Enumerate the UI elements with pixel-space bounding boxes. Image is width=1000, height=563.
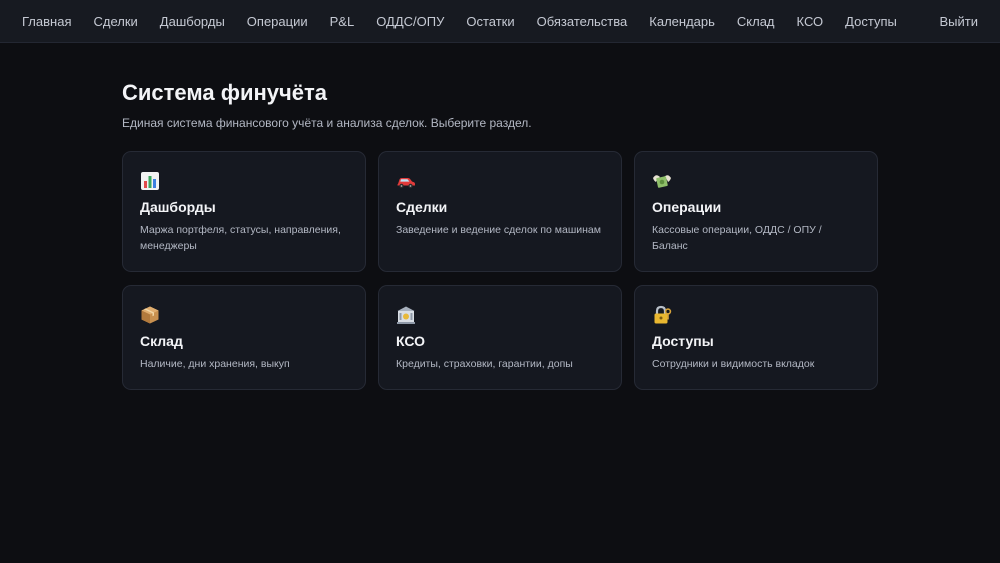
lock-key-icon [654,305,672,324]
logout-button[interactable]: Выйти [940,14,979,29]
nav-calendar[interactable]: Календарь [649,14,715,29]
bar-chart-icon [141,172,159,190]
main-content: Система финучёта Единая система финансов… [0,43,1000,390]
card-dashboards[interactable]: Дашборды Маржа портфеля, статусы, направ… [122,151,366,272]
money-wings-icon [653,175,671,188]
nav-access[interactable]: Доступы [845,14,897,29]
card-description: Заведение и ведение сделок по машинам [396,224,601,236]
nav-deals[interactable]: Сделки [93,14,137,29]
card-title: Сделки [396,199,448,215]
card-description: Сотрудники и видимость вкладок [652,358,815,370]
card-title: Доступы [652,333,714,349]
card-access[interactable]: Доступы Сотрудники и видимость вкладок [634,285,878,390]
card-deals[interactable]: Сделки Заведение и ведение сделок по маш… [378,151,622,272]
nav-operations[interactable]: Операции [247,14,308,29]
card-title: Дашборды [140,199,216,215]
top-navigation: Главная Сделки Дашборды Операции P&L ОДД… [0,0,1000,43]
nav-odds-opu[interactable]: ОДДС/ОПУ [376,14,444,29]
nav-items: Главная Сделки Дашборды Операции P&L ОДД… [22,14,940,29]
car-icon [397,178,415,189]
package-icon [141,306,159,324]
nav-balances[interactable]: Остатки [466,14,514,29]
nav-liabilities[interactable]: Обязательства [537,14,628,29]
card-kso[interactable]: КСО Кредиты, страховки, гарантии, допы [378,285,622,390]
card-description: Кассовые операции, ОДДС / ОПУ / Баланс [652,224,822,252]
card-title: Операции [652,199,722,215]
card-description: Наличие, дни хранения, выкуп [140,358,290,370]
card-description: Кредиты, страховки, гарантии, допы [396,358,573,370]
card-title: КСО [396,333,426,349]
card-warehouse[interactable]: Склад Наличие, дни хранения, выкуп [122,285,366,390]
card-title: Склад [140,333,183,349]
card-operations[interactable]: Операции Кассовые операции, ОДДС / ОПУ /… [634,151,878,272]
card-description: Маржа портфеля, статусы, направления, ме… [140,224,341,252]
page-subtitle: Единая система финансового учёта и анали… [122,116,532,130]
nav-home[interactable]: Главная [22,14,71,29]
section-cards-grid: Дашборды Маржа портфеля, статусы, направ… [122,151,878,390]
nav-kso[interactable]: КСО [797,14,824,29]
nav-pnl[interactable]: P&L [330,14,355,29]
bank-icon [397,306,415,324]
nav-warehouse[interactable]: Склад [737,14,775,29]
nav-dashboards[interactable]: Дашборды [160,14,225,29]
page-title: Система финучёта [122,80,328,105]
